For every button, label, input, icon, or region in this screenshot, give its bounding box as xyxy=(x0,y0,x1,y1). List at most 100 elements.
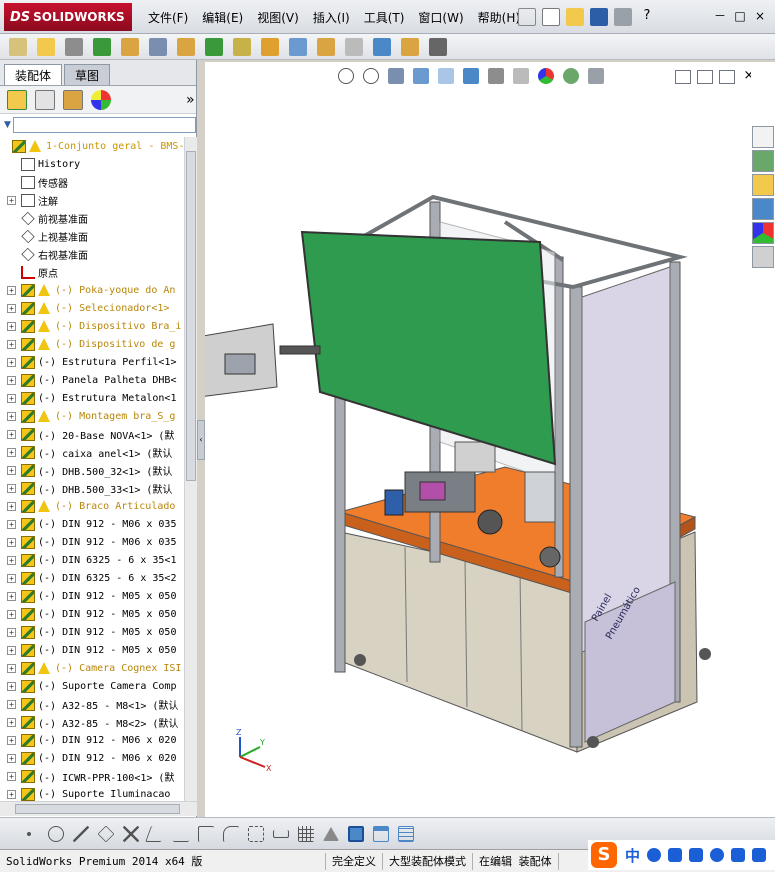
view-palette-icon[interactable] xyxy=(752,198,774,220)
expand-icon[interactable]: + xyxy=(7,717,16,727)
expand-icon[interactable]: + xyxy=(7,357,16,367)
zoom-to-fit-icon[interactable] xyxy=(338,68,354,84)
tree-item[interactable]: + (-) 20-Base NOVA<1> (默 xyxy=(0,425,184,443)
maximize-button[interactable]: □ xyxy=(731,8,749,24)
appearances-scenes-icon[interactable] xyxy=(752,222,774,244)
tree-item[interactable]: + (-) A32-85 - M8<1> (默认 xyxy=(0,695,184,713)
tree-item[interactable]: 传感器 xyxy=(0,173,184,191)
show-hidden-icon[interactable] xyxy=(177,37,195,56)
section-view-icon[interactable] xyxy=(413,68,429,84)
tile-viewport-icon[interactable] xyxy=(719,70,735,84)
expand-icon[interactable]: + xyxy=(7,519,16,529)
dynamic-annotation-icon[interactable] xyxy=(438,68,454,84)
open-folder-icon[interactable] xyxy=(566,8,584,26)
view-settings-icon[interactable] xyxy=(588,68,604,84)
insert-component-icon[interactable] xyxy=(9,37,27,56)
expand-icon[interactable]: + xyxy=(7,645,16,655)
tree-vertical-scrollbar[interactable] xyxy=(184,137,197,801)
tree-item[interactable]: + (-) caixa anel<1> (默认 xyxy=(0,443,184,461)
tree-item[interactable]: + (-) DIN 6325 - 6 x 35<1 xyxy=(0,551,184,569)
zoom-to-area-icon[interactable] xyxy=(363,68,379,84)
wrench-icon[interactable] xyxy=(752,848,767,862)
configuration-manager-icon[interactable] xyxy=(63,89,83,110)
tree-item[interactable]: + (-) DHB.500_33<1> (默认 xyxy=(0,479,184,497)
minimize-button[interactable]: － xyxy=(711,8,729,24)
expand-icon[interactable]: + xyxy=(7,681,16,691)
tree-item[interactable]: 上视基准面 xyxy=(0,227,184,245)
menu-edit[interactable]: 编辑(E) xyxy=(202,9,243,26)
expand-icon[interactable]: + xyxy=(7,609,16,619)
tree-item[interactable]: + (-) Selecionador<1> xyxy=(0,299,184,317)
expand-icon[interactable]: + xyxy=(7,285,16,295)
tree-item[interactable]: 前视基准面 xyxy=(0,209,184,227)
expand-icon[interactable]: + xyxy=(7,699,16,709)
expand-icon[interactable]: + xyxy=(7,591,16,601)
tree-item[interactable]: + (-) Montagem bra_S_g xyxy=(0,407,184,425)
trim-icon[interactable] xyxy=(123,825,139,842)
expand-icon[interactable]: + xyxy=(7,753,16,763)
tree-item[interactable]: + (-) DIN 912 - M06 x 035 xyxy=(0,533,184,551)
previous-view-icon[interactable] xyxy=(388,68,404,84)
table-icon[interactable] xyxy=(398,825,414,842)
smart-fasteners-icon[interactable] xyxy=(121,37,139,56)
fillet-icon[interactable] xyxy=(223,825,239,842)
menu-tools[interactable]: 工具(T) xyxy=(364,9,405,26)
expand-icon[interactable]: + xyxy=(7,195,16,205)
active-view-icon[interactable] xyxy=(348,825,364,842)
assembly-features-icon[interactable] xyxy=(205,37,223,56)
solidworks-resources-icon[interactable] xyxy=(752,126,774,148)
tree-item[interactable]: + 注解 xyxy=(0,191,184,209)
expand-icon[interactable]: + xyxy=(7,627,16,637)
design-library-icon[interactable] xyxy=(752,150,774,172)
expand-icon[interactable]: + xyxy=(7,735,16,745)
tree-item[interactable]: + (-) DIN 912 - M05 x 050 xyxy=(0,605,184,623)
new-motion-study-icon[interactable] xyxy=(261,37,279,56)
expand-icon[interactable]: + xyxy=(7,501,16,511)
display-style-icon[interactable] xyxy=(488,68,504,84)
tree-item[interactable]: + (-) DIN 912 - M06 x 035 xyxy=(0,515,184,533)
expand-icon[interactable]: + xyxy=(7,411,16,421)
layout-icon[interactable] xyxy=(373,825,389,842)
expand-icon[interactable]: + xyxy=(7,465,16,475)
tree-item[interactable]: + (-) Estrutura Perfil<1> xyxy=(0,353,184,371)
filter-icon[interactable]: ▼ xyxy=(4,120,11,130)
help-icon[interactable]: ? xyxy=(638,8,656,26)
tree-item[interactable]: + (-) Dispositivo Bra_i xyxy=(0,317,184,335)
tree-item[interactable]: + (-) DIN 912 - M06 x 020 xyxy=(0,731,184,749)
edit-appearance-icon[interactable] xyxy=(538,68,554,84)
menu-window[interactable]: 窗口(W) xyxy=(418,9,463,26)
tree-item[interactable]: + (-) Suporte Iluminacao xyxy=(0,785,184,801)
triangle-icon[interactable] xyxy=(323,826,339,841)
exploded-view-icon[interactable] xyxy=(317,37,335,56)
scrollbar-thumb[interactable] xyxy=(15,804,180,814)
expand-icon[interactable]: + xyxy=(7,483,16,493)
custom-properties-icon[interactable] xyxy=(752,246,774,268)
feature-manager-tree-icon[interactable] xyxy=(7,89,27,110)
solidworks-logo[interactable]: DS SOLIDWORKS xyxy=(4,3,132,31)
close-button[interactable]: × xyxy=(751,8,769,24)
filter-input[interactable] xyxy=(12,117,196,133)
menu-help[interactable]: 帮助(H) xyxy=(478,9,520,26)
move-component-icon[interactable] xyxy=(149,37,167,56)
mate-icon[interactable] xyxy=(65,37,83,56)
menu-insert[interactable]: 插入(I) xyxy=(313,9,350,26)
keyboard-icon[interactable] xyxy=(689,848,704,862)
scrollbar-thumb[interactable] xyxy=(186,151,196,481)
explode-line-sketch-icon[interactable] xyxy=(345,37,363,56)
construction-geometry-icon[interactable] xyxy=(248,825,264,842)
punctuation-icon[interactable] xyxy=(668,848,683,862)
tree-item[interactable]: 1-Conjunto geral - BMS-3 xyxy=(0,137,184,155)
circle-icon[interactable] xyxy=(48,825,64,842)
expand-icon[interactable]: + xyxy=(7,375,16,385)
clearance-verification-icon[interactable] xyxy=(401,37,419,56)
user-icon[interactable] xyxy=(710,848,725,862)
new-part-icon[interactable] xyxy=(37,37,55,56)
expand-panel-icon[interactable]: » xyxy=(186,92,195,108)
angle-icon[interactable] xyxy=(145,825,167,842)
sogou-logo[interactable]: S xyxy=(591,842,617,868)
tab-assembly[interactable]: 装配体 xyxy=(4,64,63,85)
pin-icon[interactable] xyxy=(518,8,536,26)
tree-item[interactable]: + (-) DIN 912 - M05 x 050 xyxy=(0,623,184,641)
offset-icon[interactable] xyxy=(198,825,214,842)
reference-geometry-icon[interactable] xyxy=(233,37,251,56)
